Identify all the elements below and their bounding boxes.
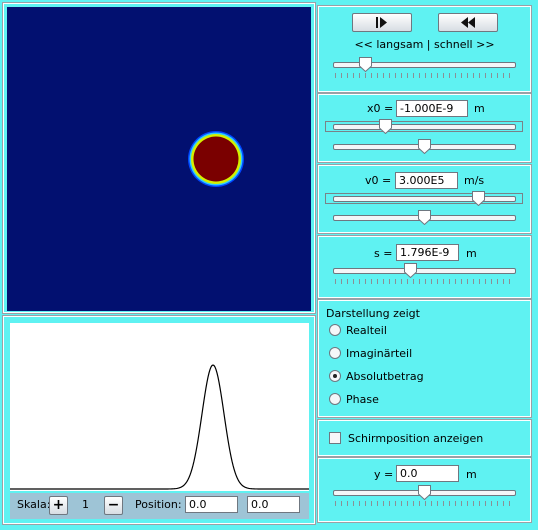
display-title: Darstellung zeigt bbox=[326, 307, 420, 320]
play-icon bbox=[376, 17, 387, 28]
x0-label: x0 = bbox=[367, 102, 394, 115]
display-option-absolutbetrag[interactable]: Absolutbetrag bbox=[329, 369, 519, 385]
x0-coarse-slider-thumb[interactable] bbox=[378, 119, 392, 134]
scale-minus-label: − bbox=[107, 497, 120, 513]
wavepacket-profile-curve bbox=[10, 364, 309, 490]
s-slider-thumb[interactable] bbox=[404, 263, 418, 278]
v0-input[interactable]: 3.000E5 bbox=[395, 172, 458, 189]
field-background bbox=[7, 7, 311, 311]
radio-absolutbetrag[interactable] bbox=[329, 370, 341, 382]
v0-fine-slider-thumb[interactable] bbox=[418, 210, 431, 225]
x0-fine-slider-thumb[interactable] bbox=[418, 139, 431, 154]
scale-label: Skala: bbox=[17, 498, 51, 511]
speed-label: << langsam | schnell >> bbox=[354, 38, 495, 51]
play-button[interactable] bbox=[352, 13, 412, 32]
option-label-realteil: Realteil bbox=[346, 324, 387, 337]
y-label: y = bbox=[374, 468, 394, 481]
position-x-field[interactable]: 0.0 bbox=[185, 496, 238, 513]
screen-position-checkbox[interactable] bbox=[329, 432, 341, 444]
display-option-phase[interactable]: Phase bbox=[329, 392, 519, 408]
x0-coarse-slider-track[interactable] bbox=[333, 124, 516, 130]
option-label-imaginaerteil: Imaginärteil bbox=[346, 347, 413, 360]
option-label-phase: Phase bbox=[346, 393, 379, 406]
scale-plus-label: + bbox=[52, 497, 65, 513]
v0-unit: m/s bbox=[464, 174, 485, 187]
position-y-field[interactable]: 0.0 bbox=[247, 496, 300, 513]
rewind-button[interactable] bbox=[438, 13, 498, 32]
field-canvas bbox=[7, 7, 311, 311]
v0-coarse-slider-track[interactable] bbox=[333, 196, 516, 202]
plot-area bbox=[10, 323, 309, 491]
plot-canvas bbox=[10, 364, 309, 490]
s-slider-ticks bbox=[335, 279, 515, 284]
screen-position-option[interactable]: Schirmposition anzeigen bbox=[329, 431, 519, 447]
display-option-realteil[interactable]: Realteil bbox=[329, 323, 519, 339]
scale-plus-button[interactable]: + bbox=[49, 496, 68, 515]
scale-value: 1 bbox=[82, 498, 89, 511]
s-unit: m bbox=[466, 247, 477, 260]
y-unit: m bbox=[466, 468, 477, 481]
v0-label: v0 = bbox=[365, 174, 392, 187]
s-input[interactable]: 1.796E-9 bbox=[396, 244, 459, 261]
x0-input[interactable]: -1.000E-9 bbox=[396, 100, 468, 117]
v0-coarse-slider-thumb[interactable] bbox=[472, 191, 486, 206]
radio-phase[interactable] bbox=[329, 393, 341, 405]
radio-imaginaerteil[interactable] bbox=[329, 347, 341, 359]
radio-realteil[interactable] bbox=[329, 324, 341, 336]
wavefunction-field-view[interactable] bbox=[7, 7, 311, 311]
y-slider-ticks bbox=[335, 501, 515, 506]
x0-unit: m bbox=[474, 102, 485, 115]
wavepacket-blob bbox=[193, 136, 239, 182]
y-slider-thumb[interactable] bbox=[418, 485, 431, 500]
y-input[interactable]: 0.0 bbox=[396, 465, 459, 482]
option-label-absolutbetrag: Absolutbetrag bbox=[346, 370, 424, 383]
scale-minus-button[interactable]: − bbox=[104, 496, 123, 515]
s-label: s = bbox=[374, 247, 393, 260]
display-option-imaginaerteil[interactable]: Imaginärteil bbox=[329, 346, 519, 362]
rewind-icon bbox=[461, 17, 475, 28]
screen-position-label: Schirmposition anzeigen bbox=[348, 432, 484, 445]
speed-slider-ticks bbox=[335, 73, 515, 78]
s-slider-track[interactable] bbox=[333, 268, 516, 274]
speed-slider-thumb[interactable] bbox=[358, 57, 372, 72]
position-label: Position: bbox=[135, 498, 182, 511]
